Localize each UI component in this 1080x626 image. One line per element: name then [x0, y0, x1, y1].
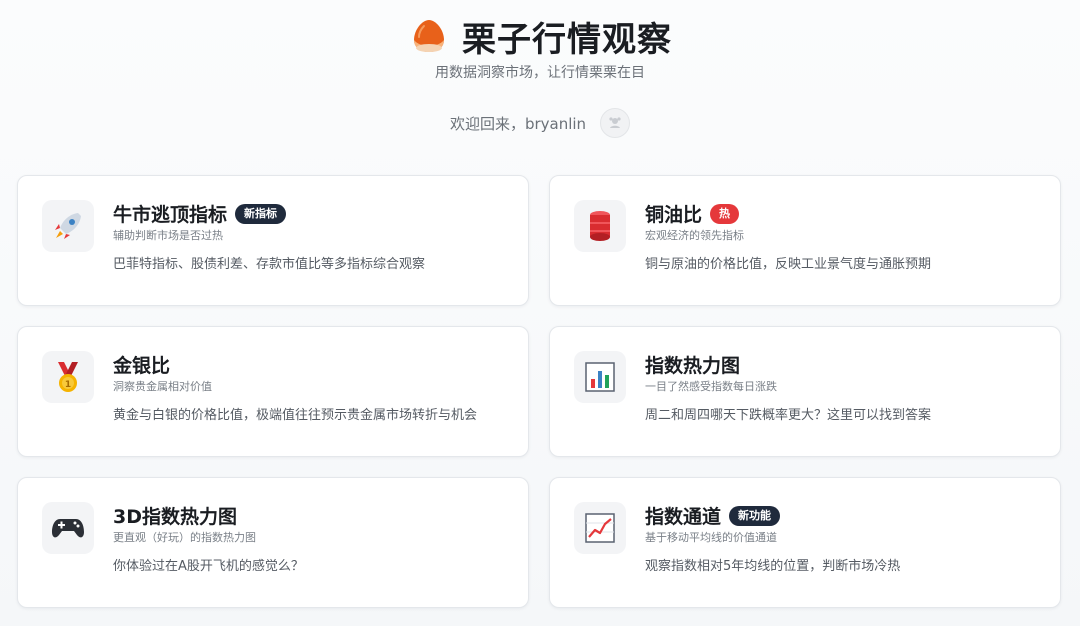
chestnut-logo-icon [408, 16, 450, 58]
card-gold-silver-ratio[interactable]: 1 金银比 洞察贵金属相对价值 黄金与白银的价格比值，极端值往往预示贵金属市场转… [17, 326, 529, 457]
card-title-row: 3D指数热力图 [113, 502, 237, 529]
card-subtitle: 一目了然感受指数每日涨跌 [645, 380, 777, 393]
card-description: 黄金与白银的价格比值，极端值往往预示贵金属市场转折与机会 [113, 408, 478, 423]
card-subtitle: 辅助判断市场是否过热 [113, 229, 223, 242]
gamepad-icon [42, 502, 94, 554]
card-title: 指数通道 [645, 506, 722, 528]
app-title: 栗子行情观察 [462, 20, 672, 60]
medal-icon: 1 [42, 351, 94, 403]
bar-chart-icon [574, 351, 626, 403]
card-title-row: 金银比 [113, 351, 170, 378]
title-row: 栗子行情观察 [0, 12, 1080, 61]
card-subtitle: 更直观（好玩）的指数热力图 [113, 531, 256, 544]
card-title-row: 指数热力图 [645, 351, 740, 378]
card-title-row: 铜油比 热 [645, 200, 740, 227]
card-description: 巴菲特指标、股债利差、存款市值比等多指标综合观察 [113, 257, 426, 272]
card-subtitle: 宏观经济的领先指标 [645, 229, 744, 242]
hot-badge: 热 [710, 203, 740, 224]
card-description: 铜与原油的价格比值，反映工业景气度与通胀预期 [645, 257, 932, 272]
card-description: 周二和周四哪天下跌概率更大？这里可以找到答案 [645, 408, 932, 423]
svg-text:1: 1 [65, 380, 71, 390]
card-title: 牛市逃顶指标 [113, 204, 228, 226]
card-description: 你体验过在A股开飞机的感觉么？ [113, 559, 304, 574]
card-title: 金银比 [113, 355, 171, 377]
card-3d-index-heatmap[interactable]: 3D指数热力图 更直观（好玩）的指数热力图 你体验过在A股开飞机的感觉么？ [17, 477, 529, 608]
oil-barrel-icon [574, 200, 626, 252]
line-chart-icon [574, 502, 626, 554]
card-title-row: 指数通道 新功能 [645, 502, 781, 529]
card-title: 铜油比 [645, 204, 703, 226]
rocket-icon [42, 200, 94, 252]
welcome-row: 欢迎回来，bryanlin [0, 108, 1080, 138]
new-feature-badge: 新功能 [729, 505, 781, 526]
welcome-text: 欢迎回来，bryanlin [449, 114, 587, 133]
card-bull-top-indicator[interactable]: 牛市逃顶指标 新指标 辅助判断市场是否过热 巴菲特指标、股债利差、存款市值比等多… [17, 175, 529, 306]
card-copper-oil-ratio[interactable]: 铜油比 热 宏观经济的领先指标 铜与原油的价格比值，反映工业景气度与通胀预期 [549, 175, 1061, 306]
card-title: 指数热力图 [645, 355, 741, 377]
card-subtitle: 基于移动平均线的价值通道 [645, 531, 777, 544]
card-description: 观察指数相对5年均线的位置，判断市场冷热 [645, 559, 901, 574]
card-title: 3D指数热力图 [113, 506, 237, 528]
avatar-icon [609, 117, 621, 128]
card-subtitle: 洞察贵金属相对价值 [113, 380, 212, 393]
app-subtitle: 用数据洞察市场，让行情栗栗在目 [435, 65, 645, 81]
card-index-channel[interactable]: 指数通道 新功能 基于移动平均线的价值通道 观察指数相对5年均线的位置，判断市场… [549, 477, 1061, 608]
card-index-heatmap[interactable]: 指数热力图 一目了然感受指数每日涨跌 周二和周四哪天下跌概率更大？这里可以找到答… [549, 326, 1061, 457]
new-indicator-badge: 新指标 [235, 203, 287, 224]
card-title-row: 牛市逃顶指标 新指标 [113, 200, 287, 227]
user-avatar[interactable] [600, 108, 631, 138]
